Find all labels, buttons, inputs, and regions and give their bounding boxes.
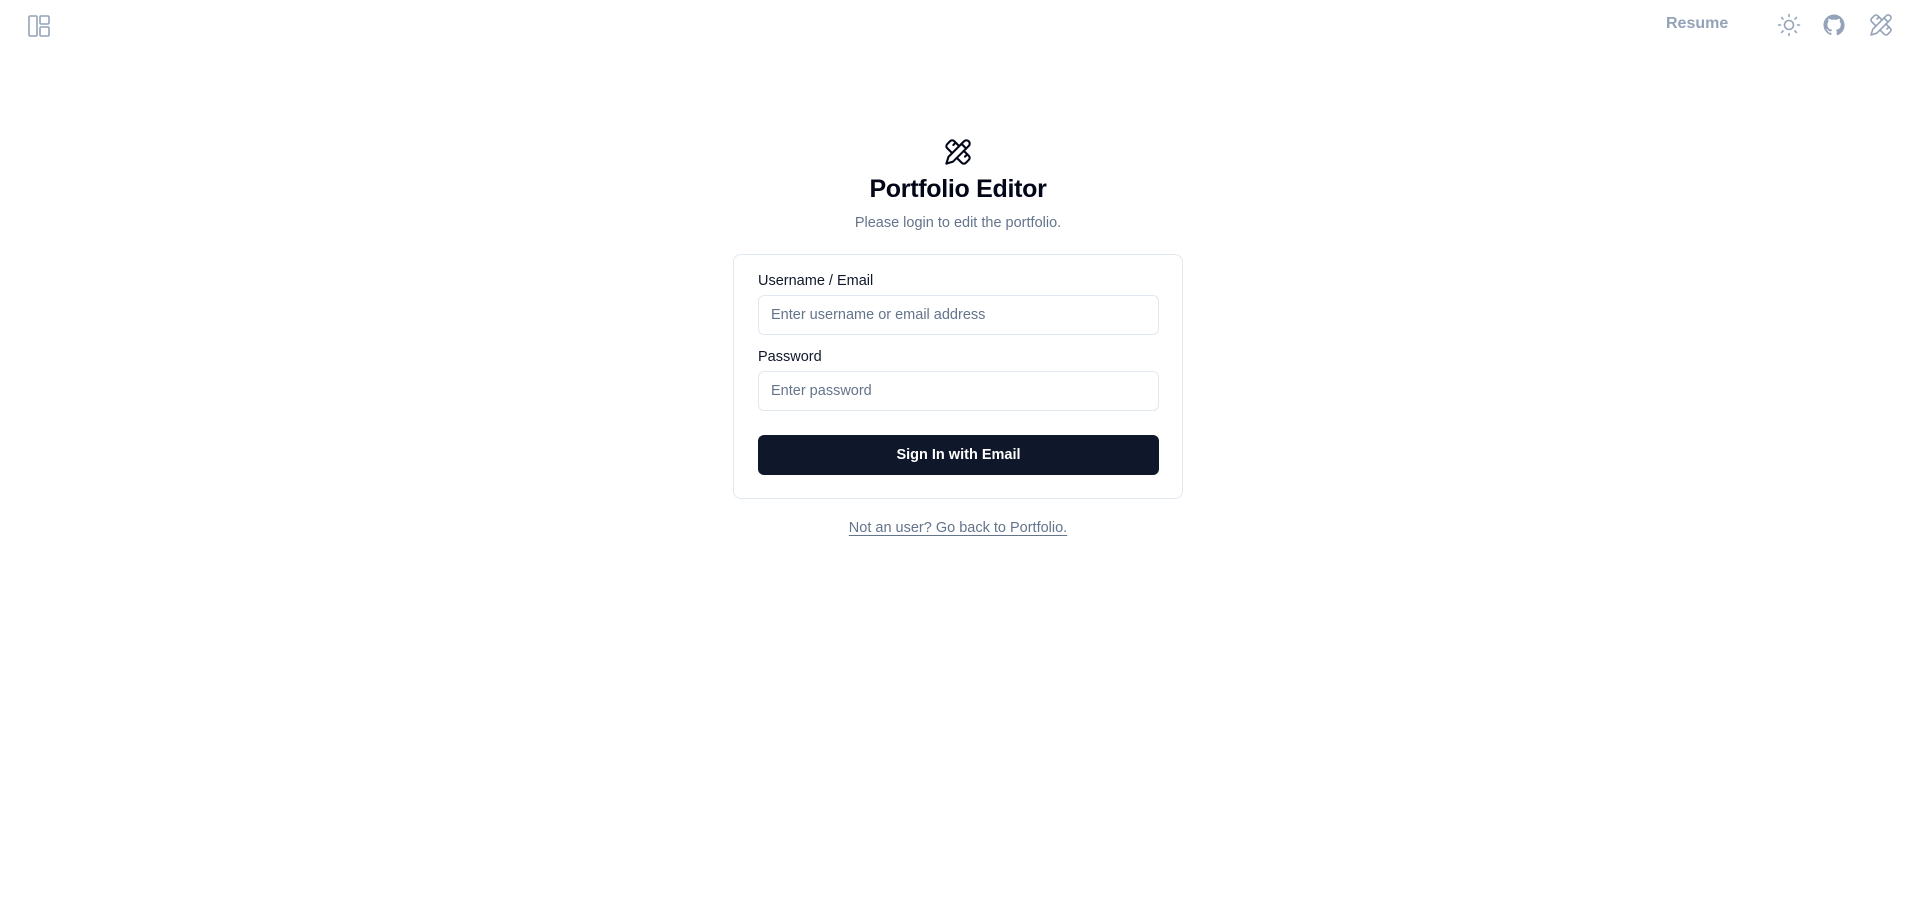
back-link-container: Not an user? Go back to Portfolio. [0, 520, 1916, 536]
back-to-portfolio-link[interactable]: Not an user? Go back to Portfolio. [849, 520, 1067, 536]
login-header: Portfolio Editor Please login to edit th… [0, 138, 1916, 231]
sign-in-button[interactable]: Sign In with Email [758, 435, 1159, 475]
sun-icon[interactable] [1776, 12, 1802, 38]
pencil-ruler-icon[interactable] [1868, 12, 1894, 38]
github-icon[interactable] [1821, 12, 1847, 38]
login-card: Username / Email Password Sign In with E… [733, 254, 1183, 499]
pencil-ruler-icon [944, 138, 972, 166]
page-title: Portfolio Editor [869, 175, 1047, 203]
layout-dashboard-icon[interactable] [26, 13, 52, 39]
password-input[interactable] [758, 371, 1159, 411]
username-label: Username / Email [758, 273, 874, 289]
password-label: Password [758, 349, 822, 365]
resume-link[interactable]: Resume [1666, 15, 1728, 33]
page-subtitle: Please login to edit the portfolio. [854, 215, 1062, 231]
username-input[interactable] [758, 295, 1159, 335]
top-navbar: Resume [0, 0, 1916, 50]
